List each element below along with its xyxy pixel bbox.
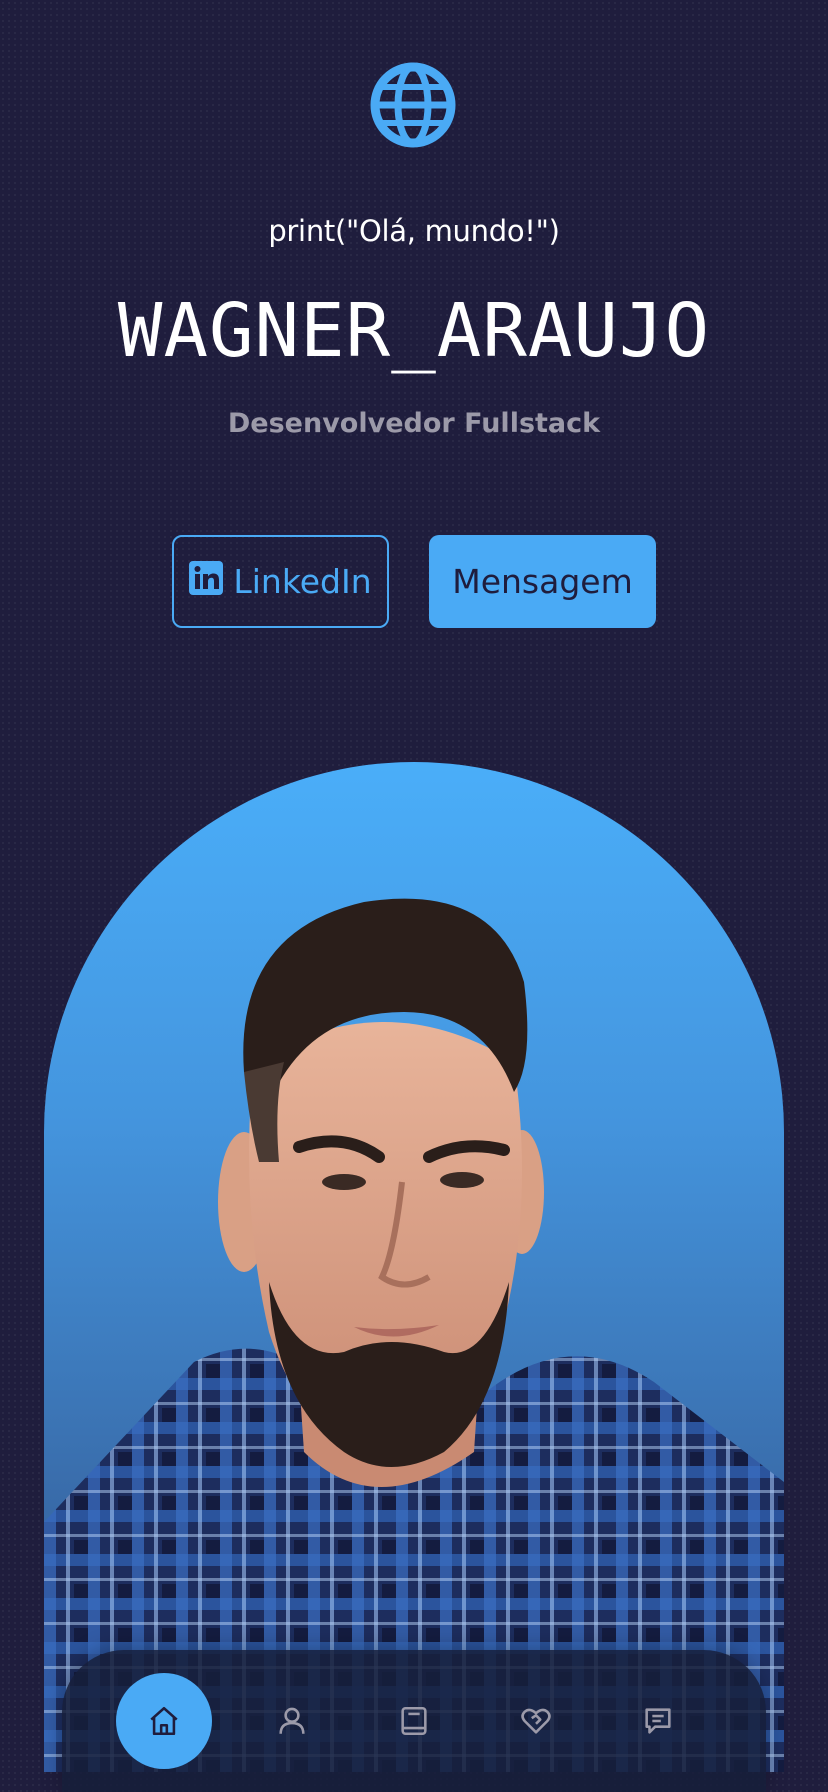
nav-home[interactable] [116, 1673, 212, 1769]
page-title: WAGNER_ARAUJO [117, 288, 711, 374]
linkedin-label: LinkedIn [233, 562, 372, 601]
role-subtitle: Desenvolvedor Fullstack [227, 408, 601, 439]
home-icon [150, 1706, 178, 1736]
message-button[interactable]: Mensagem [429, 535, 656, 628]
bottom-nav [62, 1650, 766, 1792]
greeting-text: print("Olá, mundo!") [268, 214, 560, 248]
linkedin-button[interactable]: LinkedIn [172, 535, 389, 628]
book-icon [401, 1706, 427, 1736]
nav-services[interactable] [488, 1673, 584, 1769]
user-icon [279, 1707, 305, 1734]
profile-photo-frame [44, 762, 784, 1772]
nav-experience[interactable] [366, 1673, 462, 1769]
heart-handshake-icon [521, 1708, 551, 1734]
message-label: Mensagem [452, 562, 633, 601]
globe-icon [370, 62, 456, 148]
linkedin-icon [189, 560, 224, 595]
profile-photo [44, 898, 784, 1772]
message-icon [645, 1708, 671, 1734]
nav-contact[interactable] [610, 1673, 706, 1769]
nav-about[interactable] [244, 1673, 340, 1769]
portfolio-page: print("Olá, mundo!") WAGNER_ARAUJO Desen… [0, 0, 828, 1792]
